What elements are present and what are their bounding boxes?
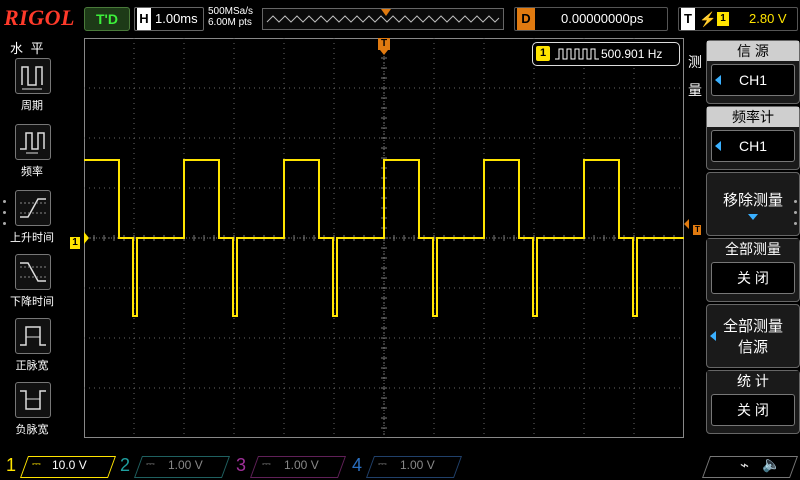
measure-fall-time-button[interactable]: 下降时间 xyxy=(10,254,54,309)
period-label: 周期 xyxy=(21,100,43,112)
timebase-value: 1.00ms xyxy=(155,11,198,26)
ch3-scale: 1.00 V xyxy=(284,458,319,472)
statistics-menu[interactable]: 统 计 关 闭 xyxy=(706,370,800,434)
frequency-counter-menu[interactable]: 频率计 CH1 xyxy=(706,106,800,170)
frequency-counter-value: CH1 xyxy=(738,138,767,154)
delay-value: 0.00000000ps xyxy=(561,11,644,26)
remove-measure-button[interactable]: 移除测量 xyxy=(706,172,800,236)
all-measure-menu[interactable]: 全部测量 关 闭 xyxy=(706,238,800,302)
menu-side-label-measure: 测 xyxy=(688,54,702,70)
all-measure-toggle[interactable]: 关 闭 xyxy=(711,262,795,294)
positive-width-label: 正脉宽 xyxy=(15,360,49,372)
statistics-title: 统 计 xyxy=(707,371,799,391)
ch2-scale: 1.00 V xyxy=(168,458,203,472)
measure-period-button[interactable]: 周期 xyxy=(12,58,52,113)
memory-trigger-marker xyxy=(381,9,391,16)
ch1-scale: 10.0 V xyxy=(52,458,87,472)
all-measure-title: 全部测量 xyxy=(707,239,799,259)
select-arrow-icon xyxy=(710,331,716,341)
period-icon xyxy=(15,58,51,94)
measurement-channel: 1 xyxy=(536,46,550,61)
coupling-dc-icon: ⎓ xyxy=(262,458,271,470)
horizontal-measure-title: 水 平 xyxy=(10,41,46,56)
speaker-muted-icon: 🔈 xyxy=(762,456,781,473)
all-measure-source-button[interactable]: 全部测量 信源 xyxy=(706,304,800,368)
fall-time-label: 下降时间 xyxy=(10,296,54,308)
measure-negative-width-button[interactable]: 负脉宽 xyxy=(12,382,52,437)
frequency-label: 频率 xyxy=(21,166,43,178)
ch3-number: 3 xyxy=(236,455,247,475)
rise-time-icon xyxy=(15,190,51,226)
ch4-number: 4 xyxy=(352,455,363,475)
memory-overview-strip[interactable] xyxy=(262,8,504,30)
trigger-label: T xyxy=(681,8,695,30)
usb-icon: ⌁ xyxy=(740,457,750,474)
negative-width-label: 负脉宽 xyxy=(15,424,49,436)
frequency-icon xyxy=(15,124,51,160)
delay-readout[interactable]: D 0.00000000ps xyxy=(514,7,668,31)
source-value: CH1 xyxy=(738,72,767,88)
sample-rate: 500MSa/s xyxy=(208,6,254,17)
trigger-level-marker[interactable]: T xyxy=(684,219,702,235)
measure-positive-width-button[interactable]: 正脉宽 xyxy=(12,318,52,373)
source-title: 信 源 xyxy=(707,41,799,61)
menu-side-label-quantity: 量 xyxy=(688,82,702,98)
fall-time-icon xyxy=(15,254,51,290)
remove-measure-label: 移除测量 xyxy=(722,192,783,209)
delay-label: D xyxy=(517,8,535,30)
trigger-status: T'D xyxy=(84,7,130,31)
rise-time-label: 上升时间 xyxy=(10,232,54,244)
trigger-source: 1 xyxy=(717,12,729,26)
all-measure-value: 关 闭 xyxy=(737,270,769,286)
chevron-down-icon xyxy=(748,214,758,220)
measure-frequency-button[interactable]: 频率 xyxy=(12,124,52,179)
coupling-dc-icon: ⎓ xyxy=(146,458,155,470)
ch1-number: 1 xyxy=(6,455,17,475)
brand-logo: RIGOL xyxy=(4,5,75,30)
all-measure-source-line1: 全部测量 xyxy=(722,318,783,335)
negative-width-icon xyxy=(15,382,51,418)
waveform-display[interactable] xyxy=(84,38,684,438)
positive-width-icon xyxy=(15,318,51,354)
trigger-level: 2.80 V xyxy=(749,11,787,26)
ch2-number: 2 xyxy=(120,455,131,475)
frequency-counter-select[interactable]: CH1 xyxy=(711,130,795,162)
acquisition-info: 500MSa/s 6.00M pts xyxy=(208,6,253,28)
frequency-counter-readout[interactable]: 1 500.901 Hz xyxy=(532,42,680,66)
all-measure-source-line2: 信源 xyxy=(737,339,768,356)
ch4-scale: 1.00 V xyxy=(400,458,435,472)
source-select[interactable]: CH1 xyxy=(711,64,795,96)
rising-edge-icon: ⚡ xyxy=(699,11,717,27)
trigger-position-marker[interactable]: T xyxy=(378,38,390,55)
statistics-toggle[interactable]: 关 闭 xyxy=(711,394,795,426)
statistics-value: 关 闭 xyxy=(737,402,769,418)
memory-depth: 6.00M pts xyxy=(208,17,252,28)
source-menu[interactable]: 信 源 CH1 xyxy=(706,40,800,104)
coupling-dc-icon: ⎓ xyxy=(378,458,387,470)
select-arrow-icon xyxy=(715,141,721,151)
ch1-offset-marker[interactable]: 1 xyxy=(70,232,90,249)
frequency-value: 500.901 Hz xyxy=(601,47,663,61)
square-wave-icon xyxy=(555,48,599,60)
select-arrow-icon xyxy=(715,75,721,85)
trigger-readout[interactable]: T ⚡ 1 2.80 V xyxy=(678,7,798,31)
frequency-counter-title: 频率计 xyxy=(707,107,799,127)
measure-rise-time-button[interactable]: 上升时间 xyxy=(10,190,54,245)
left-scroll-indicator xyxy=(3,200,7,230)
horizontal-timebase[interactable]: H 1.00ms xyxy=(134,7,204,31)
right-scroll-indicator xyxy=(794,200,798,230)
horizontal-label: H xyxy=(137,8,151,30)
coupling-dc-icon: ⎓ xyxy=(32,458,41,470)
utility-status-box xyxy=(701,456,799,478)
